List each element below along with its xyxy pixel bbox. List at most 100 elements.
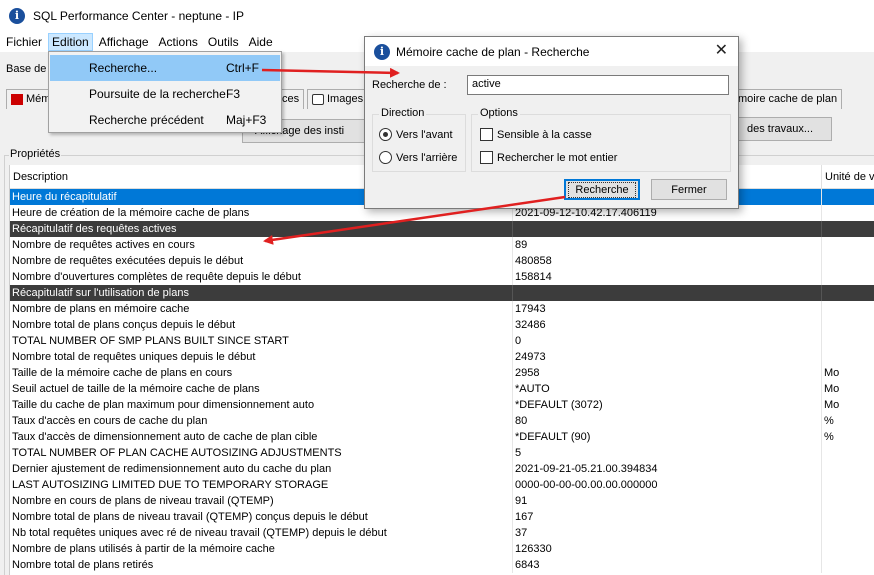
row-unit: Mo [824,399,840,411]
row-unit [822,285,874,301]
row-value: 6843 [513,557,822,573]
table-row[interactable]: Nombre total de plans de niveau travail … [10,509,874,525]
checkbox-case-sensitive-label: Sensible à la casse [497,128,592,141]
table-row[interactable]: LAST AUTOSIZING LIMITED DUE TO TEMPORARY… [10,477,874,493]
menu-outils[interactable]: Outils [204,33,243,51]
tab-images[interactable]: Images [307,89,369,109]
dialog-title-bar: i Mémoire cache de plan - Recherche ✕ [365,37,738,66]
row-unit [822,509,874,525]
table-row[interactable]: TOTAL NUMBER OF PLAN CACHE AUTOSIZING AD… [10,445,874,461]
travaux-label: des travaux... [746,123,814,135]
section-row[interactable]: Récapitulatif sur l'utilisation de plans [10,285,874,301]
menu-actions[interactable]: Actions [155,33,202,51]
menu-affichage[interactable]: Affichage [95,33,153,51]
radio-backward-dot[interactable] [379,151,392,164]
row-description: Nombre en cours de plans de niveau trava… [10,493,513,509]
row-unit [822,221,874,237]
table-row[interactable]: Taux d'accès en cours de cache du plan 80… [10,413,874,429]
menu-item-recherche[interactable]: Recherche... Ctrl+F [50,55,280,81]
checkbox-whole-word-box[interactable] [480,151,493,164]
window-title: SQL Performance Center - neptune - IP [33,8,244,23]
row-value: 17943 [513,301,822,317]
table-row[interactable]: Seuil actuel de taille de la mémoire cac… [10,381,874,397]
checkbox-case-sensitive[interactable]: Sensible à la casse [480,128,592,141]
table-row[interactable]: TOTAL NUMBER OF SMP PLANS BUILT SINCE ST… [10,333,874,349]
menu-item-recherche-label: Recherche... [89,61,158,75]
row-value [513,221,822,237]
row-unit [822,493,874,509]
table-row[interactable]: Nombre total de requêtes uniques depuis … [10,349,874,365]
row-value: 24973 [513,349,822,365]
menu-item-poursuite[interactable]: Poursuite de la recherche F3 [50,81,280,107]
row-description: Taille de la mémoire cache de plans en c… [10,365,513,381]
row-value: *DEFAULT (90) [513,429,822,445]
table-row[interactable]: Nombre de plans utilisés à partir de la … [10,541,874,557]
row-unit [822,477,874,493]
app-info-icon: i [9,7,25,24]
tab-memoire-cache-plan[interactable]: moire cache de plan [733,89,843,109]
checkbox-whole-word[interactable]: Rechercher le mot entier [480,151,617,164]
table-row[interactable]: Dernier ajustement de redimensionnement … [10,461,874,477]
search-dialog: i Mémoire cache de plan - Recherche ✕ Re… [364,36,739,209]
row-description: Nombre d'ouvertures complètes de requête… [10,269,513,285]
section-row[interactable]: Récapitulatif des requêtes actives [10,221,874,237]
row-unit: Mo [824,383,840,395]
menu-item-precedent-shortcut: Maj+F3 [226,113,267,127]
menu-item-precedent[interactable]: Recherche précédent Maj+F3 [50,107,280,133]
column-unit[interactable]: Unité de v [822,165,874,189]
fermer-button[interactable]: Fermer [651,179,727,200]
radio-forward-dot[interactable] [379,128,392,141]
table-row[interactable]: Taille de la mémoire cache de plans en c… [10,365,874,381]
row-unit: % [824,431,834,443]
row-description: Récapitulatif des requêtes actives [10,221,513,237]
menu-item-precedent-label: Recherche précédent [89,113,204,127]
table-row[interactable]: Nombre de requêtes actives en cours 89 [10,237,874,253]
recherche-button[interactable]: Recherche [564,179,640,200]
table-row[interactable]: Nombre de requêtes exécutées depuis le d… [10,253,874,269]
travaux-button[interactable]: des travaux... [728,117,832,141]
row-value: *AUTO [513,381,822,397]
radio-backward-label: Vers l'arrière [396,151,458,164]
row-description: Nb total requêtes uniques avec ré de niv… [10,525,513,541]
row-description: Nombre de requêtes actives en cours [10,237,513,253]
row-unit [822,253,874,269]
checkbox-case-sensitive-box[interactable] [480,128,493,141]
row-value: 32486 [513,317,822,333]
row-value: 91 [513,493,822,509]
row-unit [822,541,874,557]
recherche-button-label: Recherche [568,181,636,198]
menu-item-poursuite-label: Poursuite de la recherche [89,87,226,101]
menu-fichier[interactable]: Fichier [2,33,46,51]
dialog-title: Mémoire cache de plan - Recherche [396,44,590,59]
row-unit [822,237,874,253]
radio-backward[interactable]: Vers l'arrière [379,151,457,164]
table-row[interactable]: Nombre en cours de plans de niveau trava… [10,493,874,509]
properties-grid[interactable]: Description Unité de v Heure du récapitu… [9,165,874,575]
fermer-button-label: Fermer [671,183,707,196]
tab-images-label: Images [327,93,364,105]
table-row[interactable]: Nombre d'ouvertures complètes de requête… [10,269,874,285]
table-row[interactable]: Taille du cache de plan maximum pour dim… [10,397,874,413]
menu-edition[interactable]: Edition [48,32,93,51]
row-description: Nombre total de plans de niveau travail … [10,509,513,525]
row-value: *DEFAULT (3072) [513,397,822,413]
row-description: Récapitulatif sur l'utilisation de plans [10,285,513,301]
table-row[interactable]: Nombre total de plans conçus depuis le d… [10,317,874,333]
tab-memoire-cache-plan-label: moire cache de plan [738,93,838,105]
radio-forward[interactable]: Vers l'avant [379,128,453,141]
row-description: Nombre total de plans retirés [10,557,513,573]
row-unit [822,333,874,349]
close-icon[interactable]: ✕ [715,42,728,60]
table-row[interactable]: Taux d'accès de dimensionnement auto de … [10,429,874,445]
table-row[interactable]: Nb total requêtes uniques avec ré de niv… [10,525,874,541]
row-description: Nombre de plans utilisés à partir de la … [10,541,513,557]
row-unit [822,349,874,365]
options-title: Options [478,107,520,119]
row-description: Nombre de requêtes exécutées depuis le d… [10,253,513,269]
table-row[interactable]: Nombre de plans en mémoire cache 17943 [10,301,874,317]
menu-aide[interactable]: Aide [245,33,277,51]
search-input[interactable]: active [467,75,729,95]
menu-item-recherche-shortcut: Ctrl+F [226,61,259,75]
row-description: LAST AUTOSIZING LIMITED DUE TO TEMPORARY… [10,477,513,493]
table-row[interactable]: Nombre total de plans retirés 6843 [10,557,874,573]
